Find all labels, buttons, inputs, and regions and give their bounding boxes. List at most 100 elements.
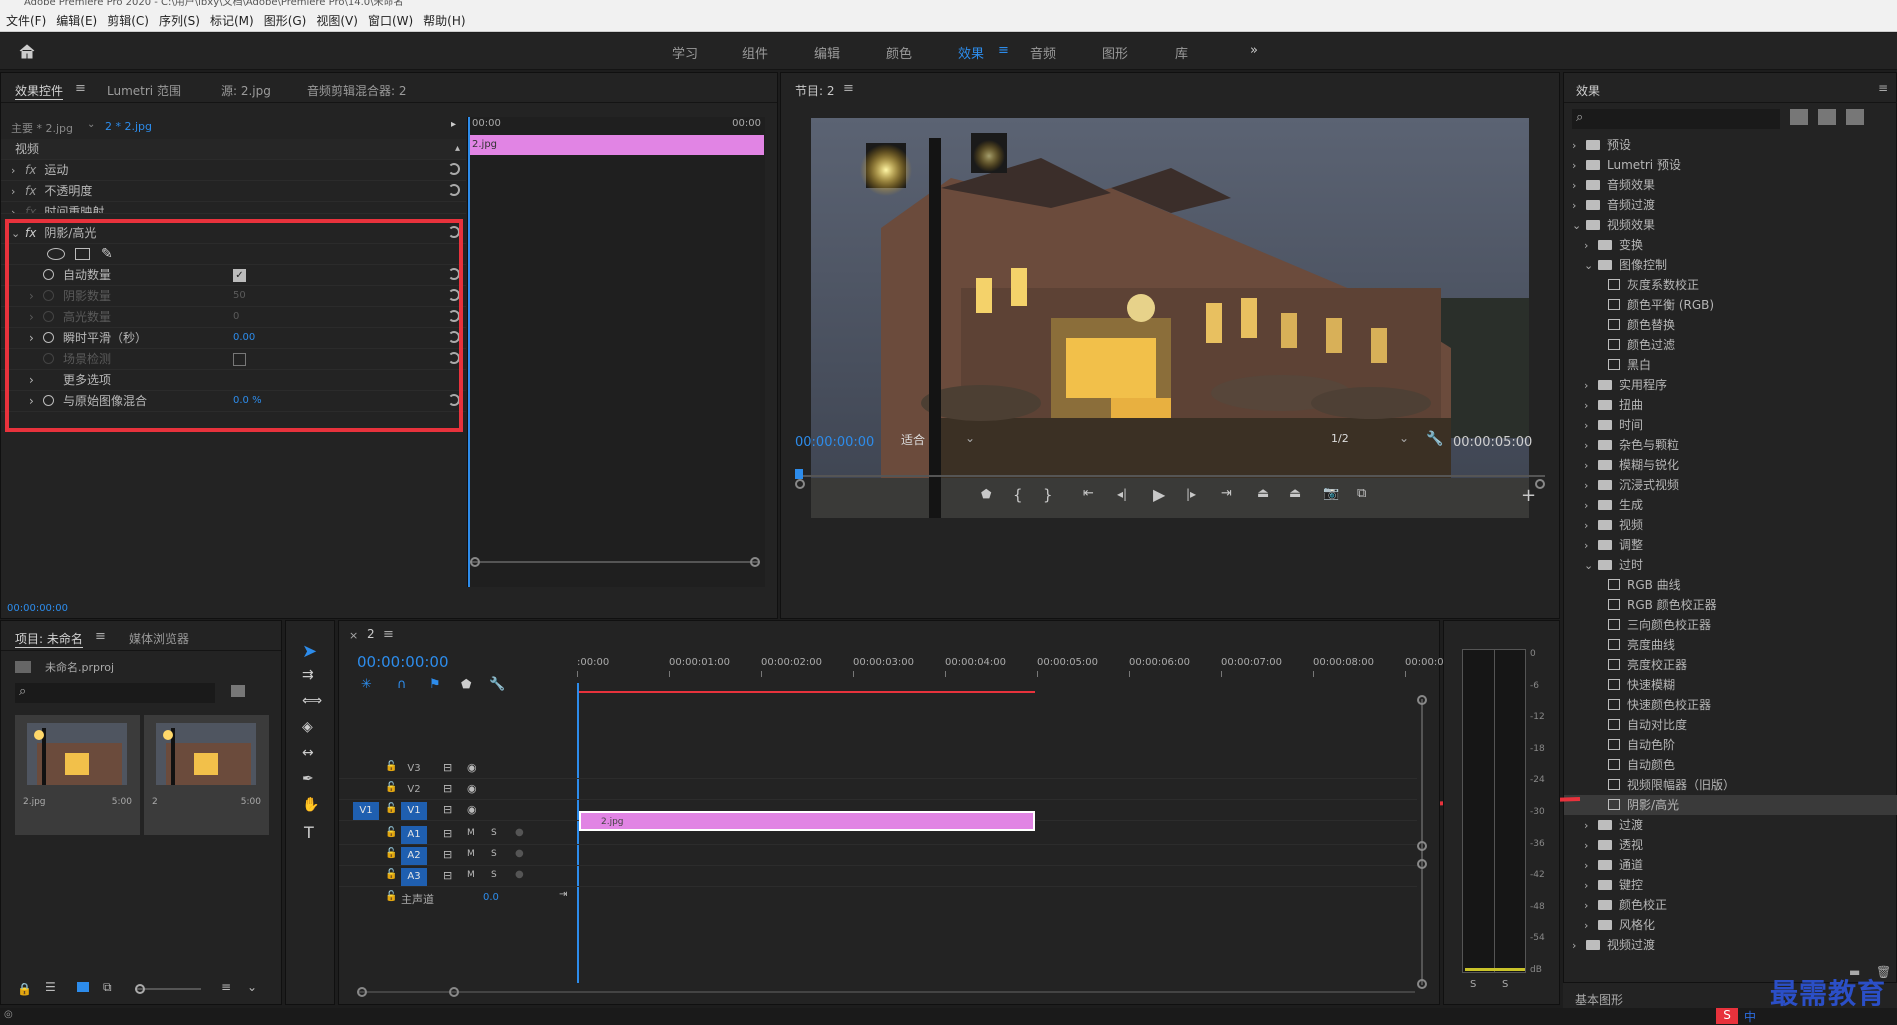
effect-controls-timeline[interactable]: 00:00 00:00 2.jpg bbox=[467, 117, 765, 587]
eye-icon[interactable]: ◉ bbox=[467, 803, 477, 816]
timeline-horizontal-scrollbar[interactable] bbox=[357, 987, 1415, 997]
tab-essential-graphics[interactable]: 基本图形 bbox=[1575, 991, 1623, 1008]
sort-icon[interactable]: ≡ bbox=[221, 980, 231, 994]
tab-lumetri-scopes[interactable]: Lumetri 范围 bbox=[107, 82, 181, 99]
timeline-vertical-scrollbar[interactable] bbox=[1417, 695, 1427, 989]
effect-folder[interactable]: › 调整 bbox=[1564, 535, 1897, 555]
program-monitor-title[interactable]: 节目: 2 bbox=[795, 82, 835, 99]
lock-icon[interactable]: 🔓 bbox=[385, 891, 397, 902]
chevron-right-icon[interactable]: › bbox=[1584, 416, 1598, 436]
lock-icon[interactable]: 🔓 bbox=[385, 761, 397, 772]
effect-folder[interactable]: › 颜色校正 bbox=[1564, 895, 1897, 915]
chevron-right-icon[interactable]: › bbox=[1584, 396, 1598, 416]
linked-selection-icon[interactable]: ∩ bbox=[397, 677, 407, 692]
timeline-timecode[interactable]: 00:00:00:00 bbox=[357, 653, 449, 671]
wrench-icon[interactable]: 🔧 bbox=[1426, 431, 1443, 447]
lift-icon[interactable]: ⏏ bbox=[1257, 486, 1269, 501]
go-to-end-icon[interactable]: ⇥ bbox=[559, 889, 567, 900]
chevron-right-icon[interactable]: › bbox=[1584, 456, 1598, 476]
effect-folder[interactable]: › 模糊与锐化 bbox=[1564, 455, 1897, 475]
workspace-libraries[interactable]: 库 bbox=[1175, 43, 1188, 62]
workspace-assembly[interactable]: 组件 bbox=[742, 43, 768, 62]
chevron-right-icon[interactable]: › bbox=[1572, 136, 1586, 156]
eye-icon[interactable]: ◉ bbox=[467, 761, 477, 774]
lock-icon[interactable]: 🔓 bbox=[385, 827, 397, 838]
effect-folder[interactable]: › 沉浸式视频 bbox=[1564, 475, 1897, 495]
expand-icon[interactable]: › bbox=[11, 182, 25, 202]
effect-folder[interactable]: ⌄ 过时 bbox=[1564, 555, 1897, 575]
chevron-down-icon[interactable]: ⌄ bbox=[1584, 556, 1598, 576]
chevron-right-icon[interactable]: › bbox=[1584, 836, 1598, 856]
workspace-effects[interactable]: 效果 bbox=[958, 43, 984, 62]
timeline-clip[interactable]: 2.jpg bbox=[579, 811, 1035, 831]
comparison-view-icon[interactable]: ⧉ bbox=[1357, 486, 1366, 501]
export-frame-icon[interactable]: 📷 bbox=[1323, 486, 1339, 501]
chevron-right-icon[interactable]: › bbox=[1584, 236, 1598, 256]
track-target-label[interactable]: V1 bbox=[401, 802, 427, 820]
ec-playhead[interactable] bbox=[468, 117, 470, 587]
track-target-label[interactable]: A1 bbox=[401, 826, 427, 844]
effect-folder[interactable]: › 通道 bbox=[1564, 855, 1897, 875]
effect-folder[interactable]: › 音频效果 bbox=[1564, 175, 1897, 195]
menu-edit[interactable]: 编辑(E) bbox=[56, 10, 97, 32]
track-target-label[interactable]: V2 bbox=[401, 781, 427, 799]
menu-window[interactable]: 窗口(W) bbox=[368, 10, 413, 32]
tab-project[interactable]: 项目: 未命名 bbox=[15, 630, 83, 648]
track-target-label[interactable]: A3 bbox=[401, 868, 427, 886]
track-target-label[interactable]: V3 bbox=[401, 760, 427, 778]
effect-item[interactable]: RGB 颜色校正器 bbox=[1564, 595, 1897, 615]
home-icon[interactable] bbox=[18, 43, 36, 59]
fx-icon[interactable]: fx bbox=[25, 184, 36, 198]
menu-clip[interactable]: 剪辑(C) bbox=[107, 10, 149, 32]
ec-scroll-bar[interactable] bbox=[470, 557, 760, 567]
effect-item[interactable]: 亮度校正器 bbox=[1564, 655, 1897, 675]
collapse-icon[interactable]: ▴ bbox=[455, 139, 460, 159]
lock-icon[interactable]: 🔒 bbox=[17, 982, 32, 996]
effect-item[interactable]: 颜色过滤 bbox=[1564, 335, 1897, 355]
microphone-icon[interactable]: ● bbox=[515, 848, 524, 859]
panel-menu-icon[interactable]: ≡ bbox=[383, 627, 394, 642]
effect-item[interactable]: 亮度曲线 bbox=[1564, 635, 1897, 655]
tab-media-browser[interactable]: 媒体浏览器 bbox=[129, 630, 189, 647]
sequence-tab[interactable]: 2 bbox=[367, 627, 375, 641]
microphone-icon[interactable]: ● bbox=[515, 827, 524, 838]
effect-folder[interactable]: › 扭曲 bbox=[1564, 395, 1897, 415]
effect-item[interactable]: 灰度系数校正 bbox=[1564, 275, 1897, 295]
effects-panel-title[interactable]: 效果 bbox=[1576, 82, 1600, 99]
lock-icon[interactable]: 🔓 bbox=[385, 869, 397, 880]
chevron-right-icon[interactable]: › bbox=[1584, 876, 1598, 896]
toggle-sync-lock-icon[interactable]: ⊟ bbox=[443, 803, 452, 816]
effect-folder[interactable]: › 实用程序 bbox=[1564, 375, 1897, 395]
project-item-2jpg[interactable]: 2.jpg 5:00 bbox=[15, 715, 140, 835]
time-ruler[interactable]: :00:00 00:00:01:00 00:00:02:00 00:00:03:00 0… bbox=[577, 657, 1453, 677]
menu-file[interactable]: 文件(F) bbox=[6, 10, 46, 32]
chevron-right-icon[interactable]: › bbox=[1572, 156, 1586, 176]
project-item-sequence-2[interactable]: 2 5:00 bbox=[144, 715, 269, 835]
program-timecode[interactable]: 00:00:00:00 bbox=[795, 435, 874, 450]
effect-folder[interactable]: › 时间 bbox=[1564, 415, 1897, 435]
master-volume-value[interactable]: 0.0 bbox=[483, 892, 499, 903]
add-button-icon[interactable]: + bbox=[1521, 485, 1536, 506]
effect-folder[interactable]: ⌄ 图像控制 bbox=[1564, 255, 1897, 275]
ec-timecode[interactable]: 00:00:00:00 bbox=[7, 603, 68, 614]
lock-icon[interactable]: 🔓 bbox=[385, 782, 397, 793]
menu-marker[interactable]: 标记(M) bbox=[210, 10, 254, 32]
mute-button[interactable]: M bbox=[467, 828, 475, 838]
mark-out-icon[interactable]: } bbox=[1043, 486, 1053, 504]
chevron-right-icon[interactable]: › bbox=[1584, 516, 1598, 536]
track-target-label[interactable]: A2 bbox=[401, 847, 427, 865]
workspace-editing[interactable]: 编辑 bbox=[814, 43, 840, 62]
step-back-icon[interactable]: ◂| bbox=[1117, 487, 1127, 501]
ec-clip-bar[interactable]: 2.jpg bbox=[468, 135, 764, 155]
list-view-icon[interactable]: ☰ bbox=[45, 980, 56, 994]
toggle-sync-lock-icon[interactable]: ⊟ bbox=[443, 869, 452, 882]
effect-row-opacity[interactable]: › fx 不透明度 bbox=[1, 181, 466, 202]
chevron-right-icon[interactable]: › bbox=[1572, 936, 1586, 956]
effect-folder[interactable]: › 过渡 bbox=[1564, 815, 1897, 835]
chevron-down-icon[interactable]: ⌄ bbox=[965, 431, 975, 445]
effects-search-input[interactable]: ⌕ bbox=[1572, 109, 1780, 129]
effect-item[interactable]: 自动色阶 bbox=[1564, 735, 1897, 755]
effect-folder[interactable]: › 生成 bbox=[1564, 495, 1897, 515]
program-video-frame[interactable] bbox=[811, 118, 1529, 518]
ripple-edit-tool-icon[interactable]: ⟺ bbox=[302, 693, 322, 709]
